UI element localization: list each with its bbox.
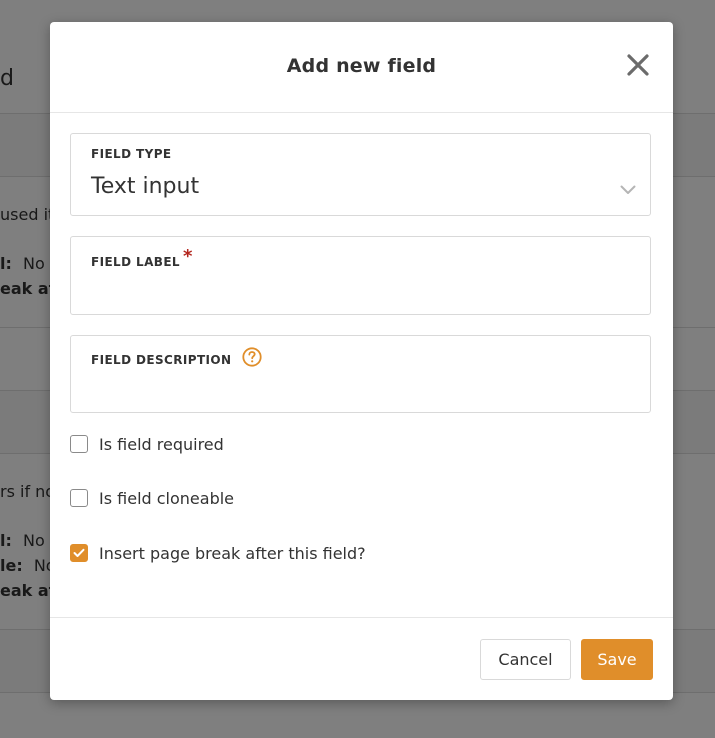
page-break-checkbox[interactable] bbox=[70, 544, 88, 562]
field-label-label: FIELD LABEL bbox=[91, 255, 180, 269]
field-description-group: FIELD DESCRIPTION bbox=[70, 335, 651, 413]
close-x-icon[interactable] bbox=[625, 52, 651, 78]
question-circle-icon[interactable] bbox=[242, 347, 262, 370]
required-checkbox-label[interactable]: Is field required bbox=[99, 435, 224, 454]
save-button[interactable]: Save bbox=[581, 639, 653, 680]
cloneable-checkbox-label[interactable]: Is field cloneable bbox=[99, 489, 234, 508]
modal-footer: Cancel Save bbox=[50, 617, 673, 701]
required-checkbox[interactable] bbox=[70, 435, 88, 453]
chevron-down-icon bbox=[620, 180, 636, 199]
modal-title: Add new field bbox=[286, 55, 437, 77]
field-type-value: Text input bbox=[91, 174, 200, 199]
cloneable-checkbox[interactable] bbox=[70, 489, 88, 507]
checkmark-icon bbox=[73, 548, 85, 557]
modal-header: Add new field bbox=[50, 22, 673, 113]
required-asterisk: * bbox=[182, 246, 193, 267]
page-break-checkbox-row[interactable]: Insert page break after this field? bbox=[70, 542, 366, 564]
page-break-checkbox-label[interactable]: Insert page break after this field? bbox=[99, 544, 366, 563]
add-field-modal: Add new field FIELD TYPE Text input FIEL… bbox=[50, 22, 673, 700]
cloneable-checkbox-row[interactable]: Is field cloneable bbox=[70, 487, 234, 509]
field-type-select[interactable]: FIELD TYPE Text input bbox=[70, 133, 651, 216]
field-description-input[interactable] bbox=[91, 374, 630, 402]
field-label-group: FIELD LABEL * bbox=[70, 236, 651, 315]
field-label-input[interactable] bbox=[91, 275, 630, 303]
field-type-label: FIELD TYPE bbox=[91, 147, 172, 161]
cancel-button[interactable]: Cancel bbox=[480, 639, 571, 680]
required-checkbox-row[interactable]: Is field required bbox=[70, 433, 224, 455]
field-description-label: FIELD DESCRIPTION bbox=[91, 353, 232, 367]
